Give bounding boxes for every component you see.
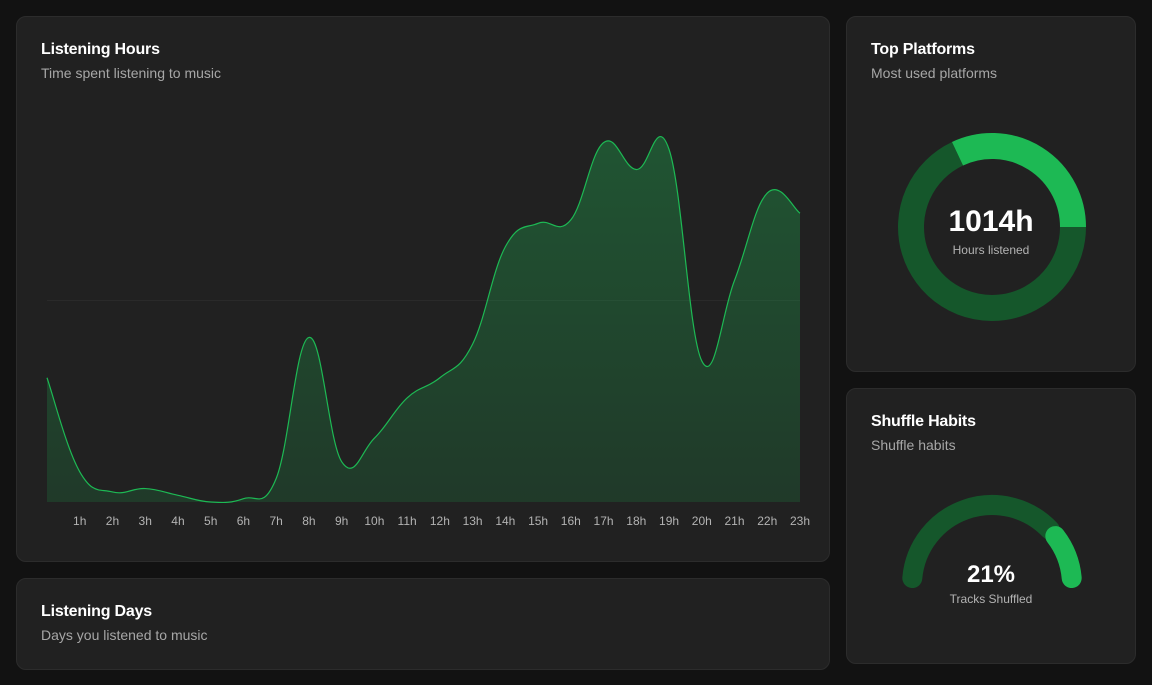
listening-hours-chart[interactable]: 1h 2h 3h 4h 5h 6h 7h 8h 9h 10h 11h 12h 13h 14h 15h 16h 1… bbox=[17, 17, 831, 563]
x-tick-label: 11h bbox=[398, 514, 417, 528]
hour-point-11h[interactable] bbox=[404, 395, 410, 401]
hour-point-8h[interactable] bbox=[306, 334, 312, 340]
x-tick-label: 15h bbox=[528, 514, 548, 528]
listening-days-subtitle: Days you listened to music bbox=[41, 627, 208, 643]
hour-point-18h[interactable] bbox=[633, 167, 639, 173]
x-tick-label: 5h bbox=[204, 514, 217, 528]
shuffle-gauge-chart[interactable] bbox=[847, 389, 1137, 665]
hour-point-2h[interactable] bbox=[109, 489, 115, 495]
x-tick-label: 21h bbox=[725, 514, 745, 528]
shuffle-percent-value: 21% bbox=[966, 561, 1016, 588]
listening-hours-area bbox=[47, 136, 800, 503]
hour-point-22h[interactable] bbox=[764, 190, 770, 196]
hours-listened-value: 1014h bbox=[948, 205, 1034, 238]
shuffle-habits-card: Shuffle Habits Shuffle habits 21% Tracks… bbox=[846, 388, 1136, 664]
x-tick-label: 14h bbox=[495, 514, 515, 528]
x-tick-label: 23h bbox=[790, 514, 810, 528]
hour-point-23h[interactable] bbox=[797, 210, 803, 216]
hour-point-12h[interactable] bbox=[437, 375, 443, 381]
platforms-donut-chart[interactable] bbox=[847, 17, 1137, 373]
hour-point-21h[interactable] bbox=[732, 277, 738, 283]
x-tick-label: 10h bbox=[364, 514, 384, 528]
hour-point-20h[interactable] bbox=[699, 358, 705, 364]
x-tick-label: 4h bbox=[171, 514, 184, 528]
x-tick-label: 9h bbox=[335, 514, 348, 528]
hours-listened-label: Hours listened bbox=[952, 243, 1030, 257]
x-tick-label: 3h bbox=[139, 514, 152, 528]
x-tick-label: 18h bbox=[626, 514, 646, 528]
listening-days-title: Listening Days bbox=[41, 603, 153, 620]
shuffle-percent-label: Tracks Shuffled bbox=[949, 592, 1033, 606]
listening-hours-card: Listening Hours Time spent listening to … bbox=[16, 16, 830, 562]
x-tick-label: 19h bbox=[659, 514, 679, 528]
x-tick-label: 7h bbox=[269, 514, 282, 528]
hour-point-7h[interactable] bbox=[273, 475, 279, 481]
x-tick-label: 16h bbox=[561, 514, 581, 528]
x-tick-label: 13h bbox=[463, 514, 483, 528]
hour-point-14h[interactable] bbox=[502, 244, 508, 250]
hour-point-19h[interactable] bbox=[666, 146, 672, 152]
x-tick-label: 22h bbox=[757, 514, 777, 528]
x-tick-label: 8h bbox=[302, 514, 315, 528]
hour-point-1h[interactable] bbox=[77, 469, 83, 475]
hour-point-3h[interactable] bbox=[142, 486, 148, 492]
hour-point-9h[interactable] bbox=[339, 459, 345, 465]
hour-point-6h[interactable] bbox=[240, 496, 246, 502]
x-tick-label: 1h bbox=[73, 514, 86, 528]
x-tick-label: 2h bbox=[106, 514, 119, 528]
hour-point-15h[interactable] bbox=[535, 220, 541, 226]
hour-point-17h[interactable] bbox=[601, 140, 607, 146]
x-tick-label: 20h bbox=[692, 514, 712, 528]
listening-days-card: Listening Days Days you listened to musi… bbox=[16, 578, 830, 670]
x-tick-label: 6h bbox=[237, 514, 250, 528]
hour-point-13h[interactable] bbox=[470, 341, 476, 347]
hour-point-5h[interactable] bbox=[208, 499, 214, 505]
top-platforms-card: Top Platforms Most used platforms 1014h … bbox=[846, 16, 1136, 372]
hour-point-10h[interactable] bbox=[371, 435, 377, 441]
hour-point-16h[interactable] bbox=[568, 217, 574, 223]
hour-point-0h[interactable] bbox=[44, 375, 50, 381]
hour-point-4h[interactable] bbox=[175, 492, 181, 498]
x-tick-label: 17h bbox=[594, 514, 614, 528]
x-tick-label: 12h bbox=[430, 514, 450, 528]
